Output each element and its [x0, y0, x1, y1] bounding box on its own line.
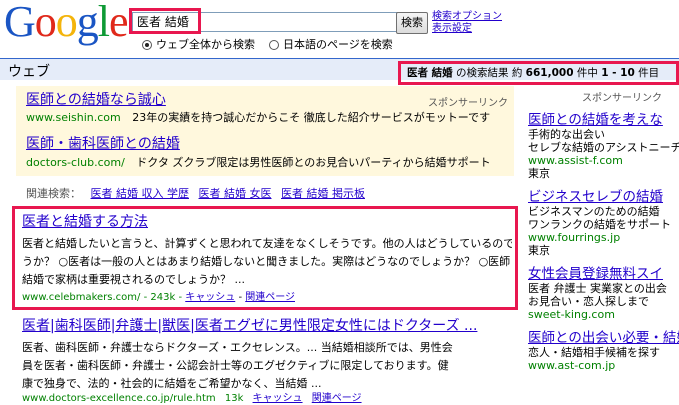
result1-meta: www.celebmakers.com/ - 243k - キャッシュ - 関連…	[22, 292, 296, 303]
right-ad: 医師との出会い必要・結婚 恋人・結婚相手候補を探す www.ast-com.jp	[528, 330, 679, 372]
radio-japanese[interactable]	[269, 40, 279, 50]
sponsor-label-top: スポンサーリンク	[428, 98, 508, 109]
result2-snippet-2: 員を医者・歯科医師・弁護士・公認会計士等のエグゼクティブに限定しております。健	[22, 359, 449, 372]
related-item[interactable]: 医者 結婚 収入 学歴	[91, 187, 190, 200]
right-ad-line: ビジネスマンのための結婚	[528, 205, 660, 218]
result1-snippet-1: 医者と結婚したいと言うと、計算ずくと思われて友達をなくしそうです。他の人はどうし…	[22, 237, 512, 250]
advanced-search-link[interactable]: 検索オプション	[432, 11, 502, 23]
logo-letter: o	[55, 0, 78, 46]
right-ad-title[interactable]: 医師との出会い必要・結婚	[528, 330, 679, 346]
right-ad-title[interactable]: 女性会員登録無料スイ	[528, 266, 679, 282]
right-ad: 女性会員登録無料スイ 医者 弁護士 実業家との出会 お見合い・恋人探しまで sw…	[528, 266, 679, 321]
logo-letter: G	[4, 0, 36, 46]
result1-snippet-2: うか？ ○医者は一般の人とはあまり結婚しないと聞きました。実際はどうなのでしょう…	[22, 255, 512, 268]
right-ad-location: 東京	[528, 244, 550, 257]
search-options: 検索オプション 表示設定	[432, 11, 502, 35]
result2-snippet-3: 康で独身で、法的・社会的に結婚をご希望かなく、当結婚 ...	[22, 377, 322, 390]
right-ad-location: 東京	[528, 167, 550, 180]
ad1-line: www.seishin.com 23年の実績を持つ誠心だからこそ 徹底した紹介サ…	[26, 110, 506, 125]
search-scope: ウェブ全体から検索 日本語のページを検索	[142, 38, 393, 52]
preferences-link[interactable]: 表示設定	[432, 23, 502, 35]
results-stats: 医者 結婚 の検索結果 約 661,000 件中 1 - 10 件目	[398, 61, 679, 85]
stats-count: 661,000	[525, 67, 574, 79]
sponsor-label-right: スポンサーリンク	[582, 93, 662, 104]
right-ad-line: 医者 弁護士 実業家との出会	[528, 282, 667, 295]
result1-snippet-3: 結婚で家柄は重要視されるのでしょうか？ ...	[22, 273, 245, 286]
result2-cache-link[interactable]: キャッシュ	[253, 393, 303, 404]
result2-size: 13k	[224, 393, 244, 404]
ad2-url: doctors-club.com/	[26, 156, 125, 169]
radio-all-web-label: ウェブ全体から検索	[156, 38, 255, 51]
right-ad-url: sweet-king.com	[528, 308, 615, 321]
right-ad-line: セレブな結婚のアシストニーチ	[528, 141, 679, 154]
logo-letter: e	[109, 0, 129, 46]
right-ad-title[interactable]: 医師との結婚を考えな	[528, 112, 679, 128]
search-highlight	[129, 8, 201, 34]
right-ad: ビジネスセレブの結婚 ビジネスマンのための結婚 ワンランクの結婚をサポート ww…	[528, 189, 679, 257]
related-item[interactable]: 医者 結婚 女医	[199, 187, 272, 200]
result1-similar-link[interactable]: 関連ページ	[245, 292, 295, 303]
ad1-desc: 23年の実績を持つ誠心だからこそ 徹底した紹介サービスがモットーです	[132, 111, 491, 124]
ad2-desc: ドクタ ズクラブ限定は男性医師とのお見合いパーティから結婚サポート	[136, 156, 491, 169]
ad2-line: doctors-club.com/ ドクタ ズクラブ限定は男性医師とのお見合いパ…	[26, 155, 506, 170]
result2-snippet-1: 医者、歯科医師・弁護士ならドクターズ・エクセレンス。... 当結婚相談所では、男…	[22, 341, 453, 354]
logo-letter: o	[34, 0, 57, 46]
right-ad: 医師との結婚を考えな 手術的な出会い セレブな結婚のアシストニーチ www.as…	[528, 112, 679, 180]
stats-query: 医者 結婚	[407, 67, 453, 79]
google-logo[interactable]: Google	[4, 0, 129, 46]
tab-web: ウェブ	[8, 64, 50, 80]
right-ad-line: 恋人・結婚相手候補を探す	[528, 346, 660, 359]
ad2-title[interactable]: 医師・歯科医師との結婚	[26, 136, 180, 153]
right-ad-url: www.fourrings.jp	[528, 231, 621, 244]
radio-japanese-label: 日本語のページを検索	[283, 38, 393, 51]
logo-letter: g	[76, 0, 99, 46]
result2-url: www.doctors-excellence.co.jp/rule.htm	[22, 393, 216, 404]
sponsored-right: スポンサーリンク 医師との結婚を考えな 手術的な出会い セレブな結婚のアシストニ…	[528, 92, 679, 372]
result2-title[interactable]: 医者|歯科医師|弁護士|獣医|医者エグゼに男性限定女性にはドクターズ ...	[22, 318, 512, 335]
right-ad-line: ワンランクの結婚をサポート	[528, 218, 671, 231]
result1-size: - 243k -	[143, 292, 183, 303]
related-searches: 関連検索： 医者 結婚 収入 学歴 医者 結婚 女医 医者 結婚 掲示板	[26, 186, 516, 201]
result2-meta: www.doctors-excellence.co.jp/rule.htm 13…	[22, 392, 362, 405]
radio-all-web[interactable]	[142, 40, 152, 50]
right-ad-url: www.assist-f.com	[528, 154, 623, 167]
result1-url: www.celebmakers.com/	[22, 292, 141, 303]
search-button[interactable]: 検索	[396, 12, 428, 34]
right-ad-url: www.ast-com.jp	[528, 359, 616, 372]
stats-range: 1 - 10	[601, 67, 635, 79]
right-ad-line: お見合い・恋人探しまで	[528, 295, 649, 308]
result1-title[interactable]: 医者と結婚する方法	[22, 214, 148, 231]
logo-letter: l	[97, 0, 110, 46]
right-ad-title[interactable]: ビジネスセレブの結婚	[528, 189, 679, 205]
result2-similar-link[interactable]: 関連ページ	[312, 393, 362, 404]
stats-suffix: 件目	[634, 67, 660, 79]
result1-cache-link[interactable]: キャッシュ	[185, 292, 235, 303]
stats-text: の検索結果 約	[452, 67, 526, 79]
related-label: 関連検索：	[26, 187, 81, 200]
related-item[interactable]: 医者 結婚 掲示板	[281, 187, 365, 200]
right-ad-line: 手術的な出会い	[528, 128, 605, 141]
ad1-url: www.seishin.com	[26, 111, 121, 124]
stats-mid: 件中	[573, 67, 602, 79]
ad1-title[interactable]: 医師との結婚なら誠心	[26, 92, 166, 109]
